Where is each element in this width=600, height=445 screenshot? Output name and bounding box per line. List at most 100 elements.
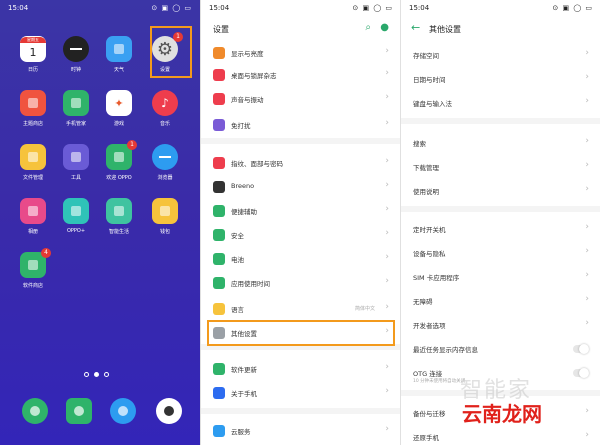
app-tools-folder[interactable]: 工具 xyxy=(56,144,96,181)
settings-item[interactable]: 应用使用时间 › xyxy=(201,272,400,294)
status-bar-settings: 15:04 ⊙ ▣ ◯ ▭ xyxy=(201,0,400,16)
other-settings-item[interactable]: 还原手机 › xyxy=(401,426,600,445)
chevron-right-icon: › xyxy=(385,118,389,128)
page-title: 设置 xyxy=(213,25,229,34)
other-settings-item[interactable]: 存储空间 › xyxy=(401,44,600,66)
chevron-right-icon: › xyxy=(385,204,389,214)
other-settings-item[interactable]: 使用说明 › xyxy=(401,180,600,202)
settings-item-icon xyxy=(213,157,225,169)
settings-item-icon xyxy=(213,69,225,81)
section-separator xyxy=(201,408,400,414)
other-settings-item[interactable]: 开发者选项 › xyxy=(401,314,600,336)
other-settings-item-label: 开发者选项 xyxy=(413,322,446,330)
settings-item-label: 安全 xyxy=(231,232,244,240)
settings-header: 设置 ⌕ ● xyxy=(201,16,400,42)
other-settings-item[interactable]: 定时开关机 › xyxy=(401,218,600,240)
app-calendar[interactable]: 1 星期五 日历 xyxy=(13,36,53,73)
settings-item[interactable]: 桌面与锁屏杂志 › xyxy=(201,64,400,86)
app-browser[interactable]: 浏览器 xyxy=(145,144,185,181)
chevron-right-icon: › xyxy=(385,302,389,312)
section-separator xyxy=(401,206,600,212)
toggle-switch[interactable] xyxy=(573,368,589,378)
theme-store-icon xyxy=(20,90,46,116)
section-separator xyxy=(401,118,600,124)
app-smart-life[interactable]: 智能生活 xyxy=(99,198,139,235)
other-settings-item[interactable]: 设备与隐私 › xyxy=(401,242,600,264)
settings-item-icon xyxy=(213,363,225,375)
other-settings-item[interactable]: 搜索 › xyxy=(401,132,600,154)
other-settings-item-label: 设备与隐私 xyxy=(413,250,446,258)
settings-item[interactable]: 安全 › xyxy=(201,224,400,246)
app-wallet[interactable]: 钱包 xyxy=(145,198,185,235)
app-label: 浏览器 xyxy=(157,175,173,181)
section-separator xyxy=(201,138,400,144)
page-dot-3 xyxy=(104,372,109,377)
other-settings-item[interactable]: SIM 卡应用程序 › xyxy=(401,266,600,288)
page-dot-1 xyxy=(84,372,89,377)
music-icon: ♪ xyxy=(152,90,178,116)
settings-item-label: 便捷辅助 xyxy=(231,208,257,216)
search-icon[interactable]: ⌕ xyxy=(365,22,371,33)
other-settings-header: ← 其他设置 xyxy=(401,16,600,42)
settings-item[interactable]: 声音与振动 › xyxy=(201,88,400,110)
status-bar: 15:04 ⊙ ▣ ◯ ▭ xyxy=(0,0,200,16)
chevron-right-icon: › xyxy=(385,362,389,372)
settings-item-icon xyxy=(213,119,225,131)
settings-item[interactable]: Breeno › xyxy=(201,176,400,198)
app-phone-manager[interactable]: 手机管家 xyxy=(56,90,96,127)
app-label: 相册 xyxy=(27,229,38,235)
other-settings-item[interactable]: 无障碍 › xyxy=(401,290,600,312)
settings-item[interactable]: 指纹、面部与密码 › xyxy=(201,152,400,174)
other-settings-item-label: 备份与迁移 xyxy=(413,410,446,418)
settings-item-icon xyxy=(213,425,225,437)
app-file-manager[interactable]: 文件管理 xyxy=(13,144,53,181)
app-label: 钱包 xyxy=(159,229,170,235)
camera-icon[interactable] xyxy=(156,398,182,424)
chevron-right-icon: › xyxy=(385,252,389,262)
browser-dock-icon[interactable] xyxy=(110,398,136,424)
messages-icon[interactable] xyxy=(66,398,92,424)
settings-item[interactable]: 关于手机 › xyxy=(201,382,400,404)
status-icons: ⊙ ▣ ◯ ▭ xyxy=(151,4,192,12)
settings-item[interactable]: 软件更新 › xyxy=(201,358,400,380)
mic-icon[interactable]: ● xyxy=(380,22,389,33)
other-settings-item-label: SIM 卡应用程序 xyxy=(413,274,460,282)
app-music[interactable]: ♪ 音乐 xyxy=(145,90,185,127)
other-settings-item[interactable]: 下载管理 › xyxy=(401,156,600,178)
app-weather[interactable]: 天气 xyxy=(99,36,139,73)
game-icon: ✦ xyxy=(106,90,132,116)
app-game[interactable]: ✦ 游戏 xyxy=(99,90,139,127)
toggle-switch[interactable] xyxy=(573,344,589,354)
tools-folder-icon xyxy=(63,144,89,170)
calendar-weekday: 星期五 xyxy=(20,37,46,43)
app-oppo-plus[interactable]: OPPO+ xyxy=(56,198,96,234)
settings-item-label: 语言 xyxy=(231,306,244,314)
phone-icon[interactable] xyxy=(22,398,48,424)
oppo-plus-icon xyxy=(63,198,89,224)
app-app-store[interactable]: 1 欢迎 OPPO xyxy=(99,140,139,181)
settings-item[interactable]: 语言 简体中文 › xyxy=(201,298,400,320)
other-settings-item-label: 键盘与输入法 xyxy=(413,100,452,108)
other-settings-item-label: 使用说明 xyxy=(413,188,439,196)
app-gallery[interactable]: 相册 xyxy=(13,198,53,235)
app-software-store[interactable]: 4 软件商店 xyxy=(13,248,53,289)
app-label: 软件商店 xyxy=(22,283,43,289)
settings-item[interactable]: 便捷辅助 › xyxy=(201,200,400,222)
gallery-icon xyxy=(20,198,46,224)
settings-item[interactable]: 云服务 › xyxy=(201,420,400,442)
settings-item[interactable]: 电池 › xyxy=(201,248,400,270)
settings-item[interactable]: 显示与亮度 › xyxy=(201,42,400,64)
other-settings-item[interactable]: 最近任务显示内存信息 xyxy=(401,338,600,360)
other-settings-item-label: 定时开关机 xyxy=(413,226,446,234)
settings-item[interactable]: 免打扰 › xyxy=(201,114,400,136)
back-arrow-icon[interactable]: ← xyxy=(411,21,420,34)
app-theme-store[interactable]: 主题商店 xyxy=(13,90,53,127)
other-settings-item[interactable]: 日期与时间 › xyxy=(401,68,600,90)
phone-manager-icon xyxy=(63,90,89,116)
other-settings-item[interactable]: 键盘与输入法 › xyxy=(401,92,600,114)
page-indicator xyxy=(84,372,120,378)
app-clock[interactable]: 时钟 xyxy=(56,36,96,73)
other-settings-item-label: 搜索 xyxy=(413,140,426,148)
settings-item-label: 免打扰 xyxy=(231,122,251,130)
status-icons: ⊙ ▣ ◯ ▭ xyxy=(352,4,393,12)
